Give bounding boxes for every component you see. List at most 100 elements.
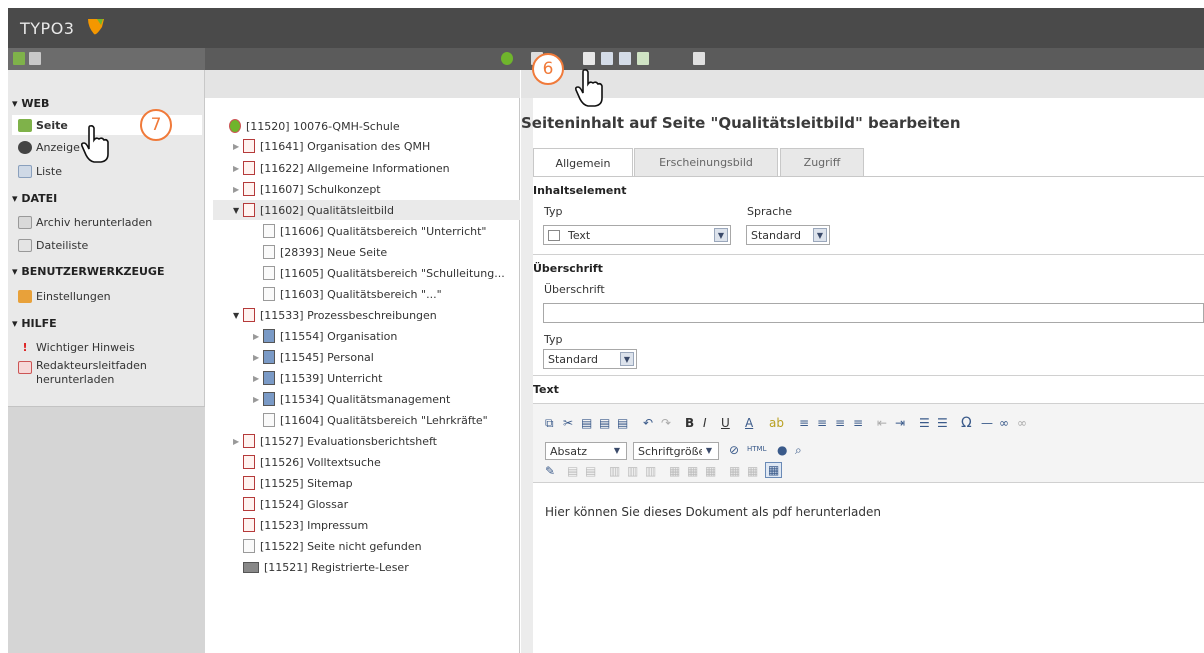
- underline-icon[interactable]: U: [721, 416, 730, 430]
- tree-node[interactable]: ▶ [11545] Personal: [253, 347, 374, 367]
- rte-content[interactable]: Hier können Sie dieses Dokument als pdf …: [545, 505, 881, 519]
- find-icon[interactable]: ⌕: [795, 443, 802, 458]
- copy-icon[interactable]: ⧉: [545, 416, 554, 431]
- undo-icon[interactable]: ↶: [643, 416, 653, 430]
- group-web[interactable]: ▾ WEB: [12, 97, 49, 110]
- unordered-list-icon[interactable]: ☰: [937, 416, 948, 430]
- tree-node[interactable]: ▶ [11607] Schulkonzept: [233, 179, 381, 199]
- typo3-logo[interactable]: TYPO3: [20, 18, 106, 40]
- tab-erscheinungsbild[interactable]: Erscheinungsbild: [634, 148, 778, 176]
- tree-node[interactable]: [11525] Sitemap: [243, 473, 353, 493]
- table-properties-icon[interactable]: ▦: [729, 464, 740, 478]
- tab-allgemein[interactable]: Allgemein: [533, 148, 633, 177]
- expand-icon[interactable]: ▶: [253, 332, 263, 341]
- tree-node[interactable]: ▼ [11533] Prozessbeschreibungen: [233, 305, 437, 325]
- tree-node[interactable]: ▶ [11622] Allgemeine Informationen: [233, 158, 450, 178]
- tree-node-selected[interactable]: ▼ [11602] Qualitätsleitbild: [213, 200, 520, 220]
- special-char-icon[interactable]: Ω: [961, 415, 972, 431]
- tree-node[interactable]: [11522] Seite nicht gefunden: [243, 536, 422, 556]
- format-select[interactable]: Absatz ▼: [545, 442, 627, 460]
- expand-icon[interactable]: ▶: [253, 353, 263, 362]
- tree-node[interactable]: [11523] Impressum: [243, 515, 368, 535]
- tree-node[interactable]: [11603] Qualitätsbereich "...": [263, 284, 442, 304]
- justify-icon[interactable]: ≡: [853, 416, 863, 430]
- html-source-icon[interactable]: HTML: [747, 445, 766, 453]
- table-col-delete-icon[interactable]: ▥: [645, 464, 656, 478]
- indent-icon[interactable]: ⇥: [895, 416, 905, 430]
- align-right-icon[interactable]: ≡: [835, 416, 845, 430]
- delete-icon[interactable]: [693, 52, 705, 65]
- ordered-list-icon[interactable]: ☰: [919, 416, 930, 430]
- remove-format-icon[interactable]: ⊘: [729, 443, 739, 457]
- expand-icon[interactable]: ▶: [233, 185, 243, 194]
- sidebar-item-dateiliste[interactable]: Dateiliste: [12, 235, 202, 255]
- horizontal-rule-icon[interactable]: —: [981, 416, 993, 430]
- align-center-icon[interactable]: ≡: [817, 416, 827, 430]
- paste-word-icon[interactable]: ▤: [617, 416, 628, 430]
- row-properties-icon[interactable]: ▦: [747, 464, 758, 478]
- filter-icon[interactable]: [29, 52, 41, 65]
- cut-icon[interactable]: ✂: [563, 416, 573, 430]
- outdent-icon[interactable]: ⇤: [877, 416, 887, 430]
- typ-select[interactable]: Text ▼: [543, 225, 731, 245]
- tree-node[interactable]: ▶ [11539] Unterricht: [253, 368, 382, 388]
- tab-zugriff[interactable]: Zugriff: [780, 148, 864, 176]
- align-left-icon[interactable]: ≡: [799, 416, 809, 430]
- sprache-select[interactable]: Standard ▼: [746, 225, 830, 245]
- tree-node[interactable]: ▶ [11527] Evaluationsberichtsheft: [233, 431, 437, 451]
- expand-icon[interactable]: ▶: [253, 395, 263, 404]
- group-datei[interactable]: ▾ DATEI: [12, 192, 57, 205]
- save-close-icon[interactable]: [637, 52, 649, 65]
- tree-node[interactable]: ▶ [11641] Organisation des QMH: [233, 136, 430, 156]
- sidebar-item-redakteursleitfaden[interactable]: Redakteursleitfaden herunterladen: [12, 359, 202, 393]
- tree-node[interactable]: [11604] Qualitätsbereich "Lehrkräfte": [263, 410, 488, 430]
- rte-editor[interactable]: Hier können Sie dieses Dokument als pdf …: [533, 483, 1204, 653]
- text-color-icon[interactable]: A: [745, 416, 753, 430]
- insert-table-icon[interactable]: ▦: [765, 462, 783, 478]
- new-page-icon[interactable]: [13, 52, 25, 65]
- tree-node[interactable]: [11606] Qualitätsbereich "Unterricht": [263, 221, 487, 241]
- expand-icon[interactable]: ▶: [253, 374, 263, 383]
- italic-icon[interactable]: I: [703, 416, 707, 430]
- edit-element-icon[interactable]: ✎: [545, 464, 555, 478]
- cell-split-icon[interactable]: ▦: [687, 464, 698, 478]
- highlight-icon[interactable]: ab: [769, 416, 784, 430]
- help-icon[interactable]: ●: [777, 443, 787, 457]
- table-col-before-icon[interactable]: ▥: [609, 464, 620, 478]
- cell-properties-icon[interactable]: ▦: [705, 464, 716, 478]
- refresh-icon[interactable]: [501, 52, 513, 65]
- sidebar-item-archiv[interactable]: Archiv herunterladen: [12, 212, 202, 232]
- table-row-before-icon[interactable]: ▤: [567, 464, 578, 478]
- tree-node[interactable]: [11524] Glossar: [243, 494, 348, 514]
- tree-node[interactable]: [11520] 10076-QMH-Schule: [229, 116, 400, 136]
- expand-icon[interactable]: ▶: [233, 164, 243, 173]
- expand-icon[interactable]: ▶: [233, 142, 243, 151]
- paste-icon[interactable]: ▤: [581, 416, 592, 430]
- collapse-icon[interactable]: ▼: [233, 311, 243, 320]
- tree-node[interactable]: [11526] Volltextsuche: [243, 452, 381, 472]
- tree-node[interactable]: [11521] Registrierte-Leser: [243, 557, 409, 577]
- sidebar-item-hinweis[interactable]: ! Wichtiger Hinweis: [12, 337, 202, 357]
- font-size-select[interactable]: Schriftgröße ▼: [633, 442, 719, 460]
- group-hilfe[interactable]: ▾ HILFE: [12, 317, 57, 330]
- save-icon[interactable]: [583, 52, 595, 65]
- save-new-icon[interactable]: [619, 52, 631, 65]
- cell-merge-icon[interactable]: ▦: [669, 464, 680, 478]
- table-col-after-icon[interactable]: ▥: [627, 464, 638, 478]
- tree-node[interactable]: [28393] Neue Seite: [263, 242, 387, 262]
- unlink-icon[interactable]: ∞: [1017, 416, 1027, 430]
- expand-icon[interactable]: ▶: [233, 437, 243, 446]
- group-benutzerwerkzeuge[interactable]: ▾ BENUTZERWERKZEUGE: [12, 265, 164, 278]
- ueberschrift-input[interactable]: [543, 303, 1204, 323]
- bold-icon[interactable]: B: [685, 416, 694, 430]
- tree-node[interactable]: [11605] Qualitätsbereich "Schulleitung..…: [263, 263, 505, 283]
- tree-node[interactable]: ▶ [11534] Qualitätsmanagement: [253, 389, 450, 409]
- link-icon[interactable]: ∞: [999, 416, 1009, 430]
- tree-node[interactable]: ▶ [11554] Organisation: [253, 326, 397, 346]
- sidebar-item-einstellungen[interactable]: Einstellungen: [12, 286, 202, 306]
- save-view-icon[interactable]: [601, 52, 613, 65]
- table-row-after-icon[interactable]: ▤: [585, 464, 596, 478]
- paste-text-icon[interactable]: ▤: [599, 416, 610, 430]
- header-type-select[interactable]: Standard ▼: [543, 349, 637, 369]
- collapse-icon[interactable]: ▼: [233, 206, 243, 215]
